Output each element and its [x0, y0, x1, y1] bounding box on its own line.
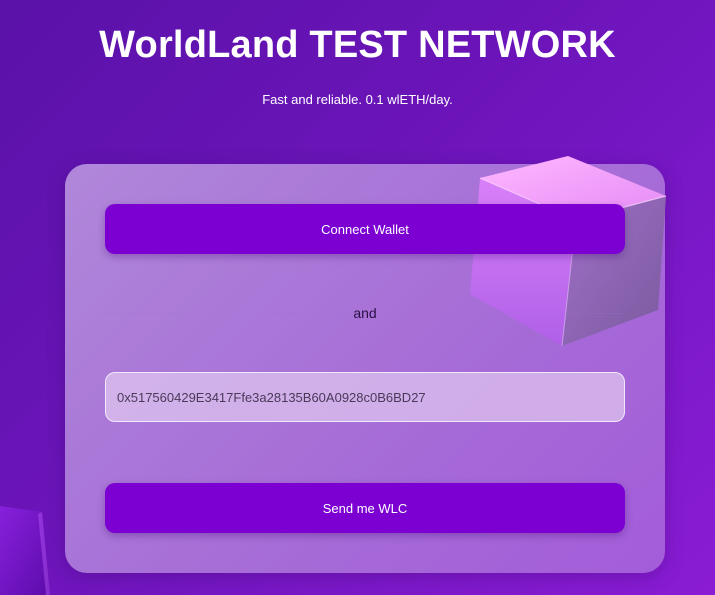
page-subtitle: Fast and reliable. 0.1 wlETH/day.	[262, 92, 453, 107]
wallet-address-input[interactable]	[105, 372, 625, 422]
connect-wallet-button[interactable]: Connect Wallet	[105, 204, 625, 254]
separator-text: and	[353, 305, 377, 321]
page-title: WorldLand TEST NETWORK	[99, 24, 616, 66]
send-wlc-button[interactable]: Send me WLC	[105, 483, 625, 533]
crystal-shard-icon	[0, 506, 50, 595]
